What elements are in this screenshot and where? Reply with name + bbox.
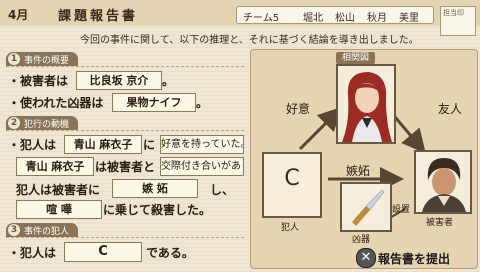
motive-reason-field-2[interactable]: 交際付き合いがあった: [160, 157, 244, 176]
fruit-knife-icon: [342, 184, 390, 230]
relation-love: 好意: [286, 102, 311, 116]
weapon-image[interactable]: [340, 182, 392, 232]
month-label: 4月: [8, 8, 29, 22]
relation-jealousy: 嫉妬: [346, 164, 371, 178]
section-label: 犯行の動機: [24, 120, 70, 130]
section-number: 2: [8, 117, 20, 129]
weapon-label: 凶器: [352, 235, 371, 245]
divider: [6, 66, 244, 67]
member-3: 秋月: [367, 13, 387, 24]
team-name: チーム5: [243, 13, 280, 24]
stamp-box: 担当印: [440, 6, 476, 36]
section-tab-overview: 1 事件の概要: [6, 52, 78, 66]
motive-line3-prefix: 犯人は被害者に: [16, 183, 101, 197]
submit-label: 報告書を提出: [378, 252, 451, 266]
motive-reason-field-1[interactable]: 好意を持っていた。: [160, 135, 244, 154]
report-title: 課題報告書: [58, 9, 139, 24]
culprit-prefix: ・犯人は: [8, 246, 57, 260]
motive-emotion-field[interactable]: 嫉 妬: [112, 179, 198, 198]
motive-line4-suffix: に乗じて殺害した。: [103, 203, 212, 217]
report-page: 4月 課題報告書 チーム5 堀北 松山 秋月 美里 担当印 今回の事件に関して、…: [0, 0, 480, 272]
member-4: 美里: [399, 13, 419, 24]
victim-answer-field[interactable]: 比良坂 京介: [76, 71, 162, 90]
section-tab-motive: 2 犯行の動機: [6, 116, 78, 130]
victim-suffix: 。: [162, 74, 175, 88]
motive-situation-field[interactable]: 喧 嘩: [16, 200, 102, 219]
weapon-answer-field[interactable]: 果物ナイフ: [112, 93, 196, 112]
team-box: チーム5 堀北 松山 秋月 美里: [236, 6, 434, 24]
divider: [6, 130, 244, 131]
stamp-label: 担当印: [443, 9, 464, 17]
section-number: 1: [8, 53, 20, 65]
motive-person-field-2[interactable]: 青山 麻衣子: [16, 157, 94, 176]
motive-line1-prefix: ・犯人は: [8, 138, 57, 152]
victim-prefix: ・被害者は: [8, 74, 69, 88]
section-label: 事件の概要: [24, 56, 70, 66]
victim-label: 被害者: [426, 218, 454, 228]
culprit-suffix: である。: [146, 246, 194, 260]
weapon-suffix: 。: [196, 96, 209, 110]
motive-person-field-1[interactable]: 青山 麻衣子: [64, 135, 142, 154]
relation-friend: 友人: [438, 102, 463, 116]
section-tab-culprit: 3 事件の犯人: [6, 223, 78, 237]
section-number: 3: [8, 224, 20, 236]
relation-set: 設置: [392, 205, 411, 215]
submit-report-button[interactable]: ✕ 報告書を提出: [356, 248, 478, 268]
section-label: 事件の犯人: [24, 227, 70, 237]
divider: [6, 237, 244, 238]
victim-portrait[interactable]: [414, 150, 472, 214]
culprit-box[interactable]: C: [262, 152, 322, 218]
intro-text: 今回の事件に関して、以下の推理と、それに基づく結論を導き出しました。: [80, 35, 419, 46]
culprit-letter: C: [284, 166, 300, 191]
woman-portrait[interactable]: [336, 64, 396, 144]
culprit-answer-field[interactable]: C: [64, 242, 142, 262]
culprit-label: 犯人: [281, 223, 300, 233]
motive-line2-mid: は被害者と: [95, 160, 156, 174]
man-portrait-icon: [416, 152, 470, 212]
red-haired-woman-icon: [338, 66, 394, 142]
weapon-prefix: ・使われた凶器は: [8, 96, 104, 110]
member-1: 堀北: [303, 13, 323, 24]
motive-line3-suffix: し、: [210, 183, 235, 197]
motive-line1-mid: に: [143, 138, 156, 152]
member-2: 松山: [335, 13, 355, 24]
cross-button-icon: ✕: [356, 248, 376, 268]
